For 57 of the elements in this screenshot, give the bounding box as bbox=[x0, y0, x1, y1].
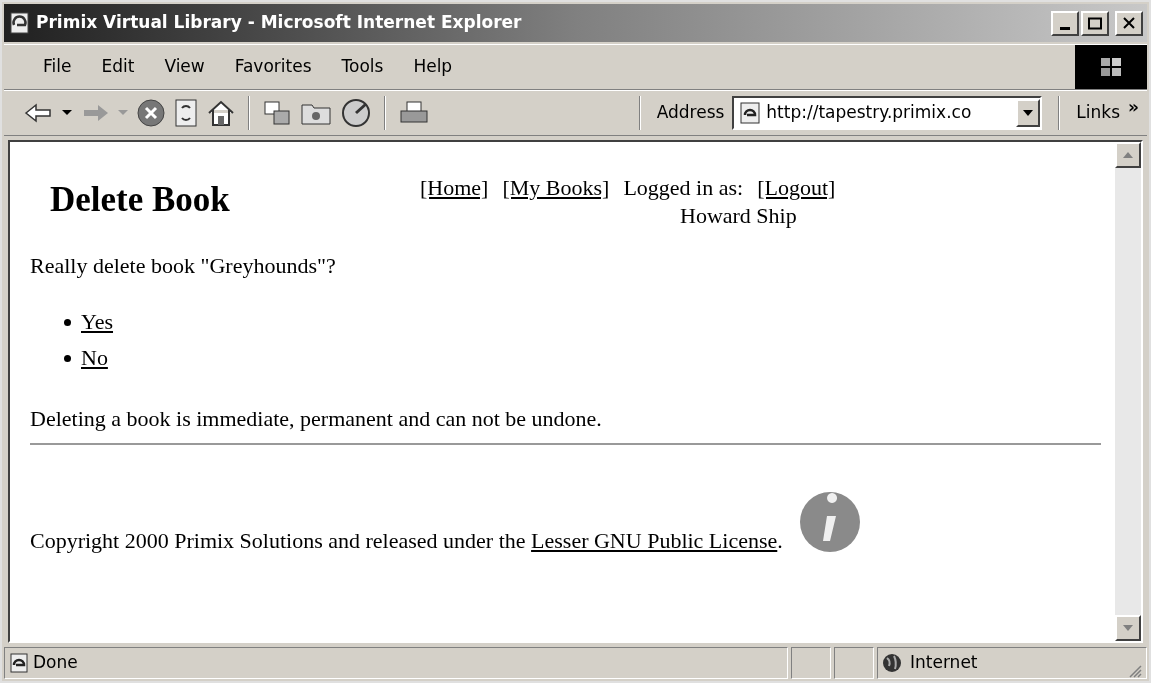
nav-link[interactable]: [Logout] bbox=[757, 174, 836, 202]
more-links-button[interactable]: » bbox=[1128, 95, 1139, 121]
status-panel bbox=[791, 647, 831, 679]
page-heading: Delete Book bbox=[49, 179, 231, 221]
browser-icon bbox=[8, 11, 32, 35]
windows-logo-icon bbox=[1075, 45, 1147, 89]
bullet-icon bbox=[64, 318, 71, 326]
menu-item[interactable]: View bbox=[149, 54, 220, 80]
menu-item[interactable]: Tools bbox=[326, 54, 399, 80]
maximize-button[interactable] bbox=[1081, 10, 1109, 36]
menu-item[interactable]: Favorites bbox=[219, 54, 327, 80]
dropdown-arrow-icon bbox=[1023, 110, 1034, 116]
status-panel bbox=[834, 647, 874, 679]
nav-link[interactable]: [Home] bbox=[420, 174, 489, 202]
option-link[interactable]: No bbox=[81, 340, 108, 376]
nav-link[interactable]: [My Books] bbox=[502, 174, 610, 202]
links-button[interactable]: Links bbox=[1076, 100, 1120, 126]
info-icon bbox=[798, 491, 861, 553]
history-icon[interactable] bbox=[340, 97, 372, 129]
scroll-down-button[interactable] bbox=[1115, 615, 1141, 641]
close-button[interactable] bbox=[1115, 10, 1143, 36]
refresh-icon[interactable] bbox=[174, 98, 198, 128]
login-label: Logged in as: bbox=[623, 174, 744, 202]
address-dropdown-button[interactable] bbox=[1016, 99, 1041, 127]
down-arrow-icon bbox=[1123, 625, 1133, 631]
menu-item[interactable]: Edit bbox=[86, 54, 150, 80]
confirmation-text: Really delete book "Greyhounds"? bbox=[30, 252, 337, 280]
stop-icon[interactable] bbox=[136, 98, 166, 128]
close-icon bbox=[1123, 17, 1135, 29]
resize-grip-icon[interactable] bbox=[1128, 664, 1142, 678]
menu-item[interactable]: Help bbox=[398, 54, 468, 80]
minimize-button[interactable] bbox=[1051, 10, 1079, 36]
zone-text: Internet bbox=[910, 651, 979, 675]
scroll-up-button[interactable] bbox=[1115, 142, 1141, 168]
address-text: http://tapestry.primix.co bbox=[766, 101, 973, 125]
address-field[interactable]: http://tapestry.primix.co bbox=[732, 96, 1043, 130]
status-text: Done bbox=[33, 651, 78, 675]
option-link[interactable]: Yes bbox=[81, 304, 113, 340]
license-link[interactable]: Lesser GNU Public License bbox=[531, 528, 778, 553]
home-icon[interactable] bbox=[206, 99, 236, 127]
globe-icon bbox=[882, 653, 902, 673]
window-title: Primix Virtual Library - Microsoft Internet Explorer bbox=[36, 11, 523, 35]
page-icon bbox=[9, 653, 29, 673]
up-arrow-icon bbox=[1123, 152, 1133, 158]
dropdown-arrow-icon[interactable] bbox=[62, 110, 72, 116]
bullet-icon bbox=[64, 354, 71, 362]
maximize-icon bbox=[1088, 16, 1102, 30]
address-label: Address bbox=[656, 101, 725, 125]
warning-text: Deleting a book is immediate, permanent and can not be undone. bbox=[30, 405, 603, 433]
minimize-icon bbox=[1060, 26, 1070, 30]
printer-icon[interactable] bbox=[398, 100, 430, 126]
copyright-text: Copyright 2000 Primix Solutions and released under the Lesser GNU Public License. bbox=[30, 527, 783, 555]
back-icon[interactable] bbox=[24, 103, 54, 123]
page-icon bbox=[738, 101, 763, 125]
scrollbar[interactable] bbox=[1115, 142, 1141, 641]
user-name: Howard Ship bbox=[680, 201, 798, 229]
menu-item[interactable]: File bbox=[28, 54, 87, 80]
